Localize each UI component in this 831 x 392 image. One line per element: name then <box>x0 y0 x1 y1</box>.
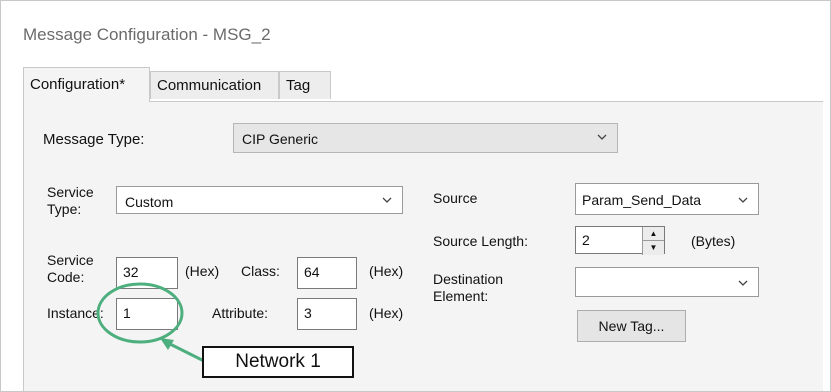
attribute-field[interactable]: 3 <box>297 298 357 330</box>
service-code-hex-unit: (Hex) <box>185 263 220 279</box>
service-type-value: Custom <box>125 194 174 210</box>
class-hex-unit: (Hex) <box>369 263 404 279</box>
chevron-down-icon <box>597 134 607 140</box>
window-title: Message Configuration - MSG_2 <box>23 25 271 44</box>
message-type-value: CIP Generic <box>242 131 318 147</box>
destination-element-select[interactable] <box>575 267 759 297</box>
chevron-down-icon <box>738 197 748 203</box>
source-label: Source <box>433 190 478 206</box>
chevron-down-icon <box>738 280 748 286</box>
service-type-label: Service Type: <box>47 184 94 217</box>
attribute-label: Attribute: <box>212 305 269 321</box>
source-length-spinner[interactable]: ▲ ▼ <box>642 227 664 255</box>
source-length-value: 2 <box>582 232 590 248</box>
source-length-unit: (Bytes) <box>691 233 736 249</box>
chevron-down-icon <box>382 197 392 203</box>
tab-configuration[interactable]: Configuration* <box>23 67 150 102</box>
network-callout: Network 1 <box>202 346 354 378</box>
service-code-label: Service Code: <box>47 252 94 285</box>
service-type-select[interactable]: Custom <box>116 186 403 214</box>
source-value: Param_Send_Data <box>582 192 702 208</box>
source-select[interactable]: Param_Send_Data <box>575 183 759 215</box>
arrow-down-icon[interactable]: ▼ <box>643 240 664 254</box>
destination-element-label: Destination Element: <box>433 271 504 304</box>
class-field[interactable]: 64 <box>297 257 357 289</box>
instance-label: Instance: <box>47 305 104 321</box>
message-type-label: Message Type: <box>43 131 145 148</box>
attribute-hex-unit: (Hex) <box>369 305 404 321</box>
new-tag-button[interactable]: New Tag... <box>577 310 686 342</box>
instance-field[interactable]: 1 <box>116 298 178 330</box>
tab-tag[interactable]: Tag <box>279 71 331 99</box>
source-length-field[interactable]: 2 ▲ ▼ <box>575 226 665 255</box>
message-configuration-dialog: Message Configuration - MSG_2 Configurat… <box>0 0 831 392</box>
tab-strip: Configuration* Communication Tag <box>23 67 823 102</box>
source-length-label: Source Length: <box>433 233 528 249</box>
message-type-select[interactable]: CIP Generic <box>233 123 618 153</box>
service-code-field[interactable]: 32 <box>116 257 178 289</box>
tab-communication[interactable]: Communication <box>150 71 279 99</box>
arrow-up-icon[interactable]: ▲ <box>643 227 664 240</box>
class-label: Class: <box>241 263 280 279</box>
